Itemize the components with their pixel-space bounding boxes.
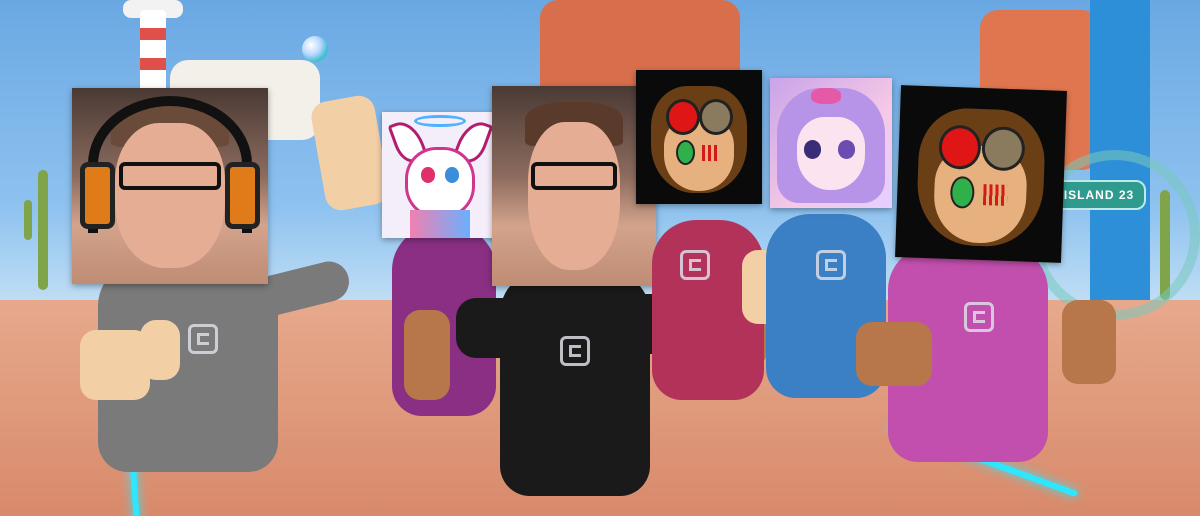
shirt-logo-icon xyxy=(560,336,590,366)
shirt-logo-icon xyxy=(188,324,218,354)
avatar-face-image xyxy=(895,85,1067,263)
vr-scene: ISLAND 23 xyxy=(0,0,1200,516)
island-sign-label: ISLAND 23 xyxy=(1063,188,1135,202)
shirt-logo-icon xyxy=(964,302,994,332)
avatar-face-image xyxy=(492,86,656,286)
thumbs-up-hand xyxy=(404,310,450,400)
shirt-logo-icon xyxy=(816,250,846,280)
thumbs-up-hand xyxy=(1062,300,1116,384)
avatar-hand-thumb xyxy=(140,320,180,380)
island-sign: ISLAND 23 xyxy=(1052,180,1146,210)
thumbs-up-hand xyxy=(856,322,932,386)
avatar-face-image xyxy=(770,78,892,208)
floating-orb xyxy=(302,36,328,62)
cactus-arm-left xyxy=(24,200,32,240)
avatar-face-image xyxy=(72,88,268,284)
shirt-logo-icon xyxy=(680,250,710,280)
avatar-face-image xyxy=(636,70,762,204)
avatar-shirt xyxy=(500,270,650,496)
avatar-face-image xyxy=(382,112,498,238)
cactus-left xyxy=(38,170,48,290)
